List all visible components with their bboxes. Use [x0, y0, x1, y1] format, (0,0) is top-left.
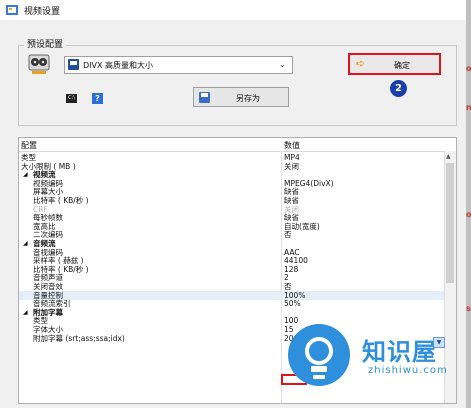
chevron-down-icon: ⌄ — [279, 60, 286, 69]
terminal-icon[interactable]: C:\ — [66, 94, 77, 103]
window-title: 视频设置 — [24, 7, 61, 17]
side-mark: o — [466, 210, 471, 219]
ok-button[interactable]: ➪ 确定 — [348, 53, 441, 75]
app-icon — [6, 4, 18, 16]
preset-select-value: DIVX 高质量和大小 — [83, 61, 154, 70]
scroll-up-icon[interactable]: ▲ — [446, 153, 451, 160]
title-bar: 视频设置 — [0, 0, 466, 20]
help-icon[interactable]: ? — [92, 93, 103, 104]
save-as-label: 另存为 — [236, 94, 260, 103]
side-mark: n — [466, 103, 471, 112]
preset-select[interactable]: DIVX 高质量和大小 ⌄ — [64, 56, 293, 74]
save-disk-icon — [68, 59, 79, 70]
save-disk-icon — [199, 92, 210, 103]
lightbulb-icon — [288, 324, 350, 386]
side-mark: o — [466, 64, 471, 73]
step-badge: 2 — [390, 80, 407, 97]
save-as-button[interactable]: 另存为 — [193, 87, 289, 107]
film-reel-icon — [28, 52, 50, 76]
watermark-logo: 知识屋 zhishiwu.com — [288, 316, 468, 394]
watermark-title: 知识屋 — [362, 338, 437, 366]
ok-button-label: 确定 — [394, 61, 410, 70]
side-mark: s — [466, 304, 471, 313]
watermark-subtitle: zhishiwu.com — [368, 365, 448, 376]
row-key: 附加字幕 (srt;ass;ssa;idx) — [33, 333, 125, 343]
arrow-right-icon: ➪ — [356, 57, 366, 70]
scroll-thumb[interactable] — [446, 163, 454, 283]
preset-group-label: 预设配置 — [24, 37, 67, 50]
